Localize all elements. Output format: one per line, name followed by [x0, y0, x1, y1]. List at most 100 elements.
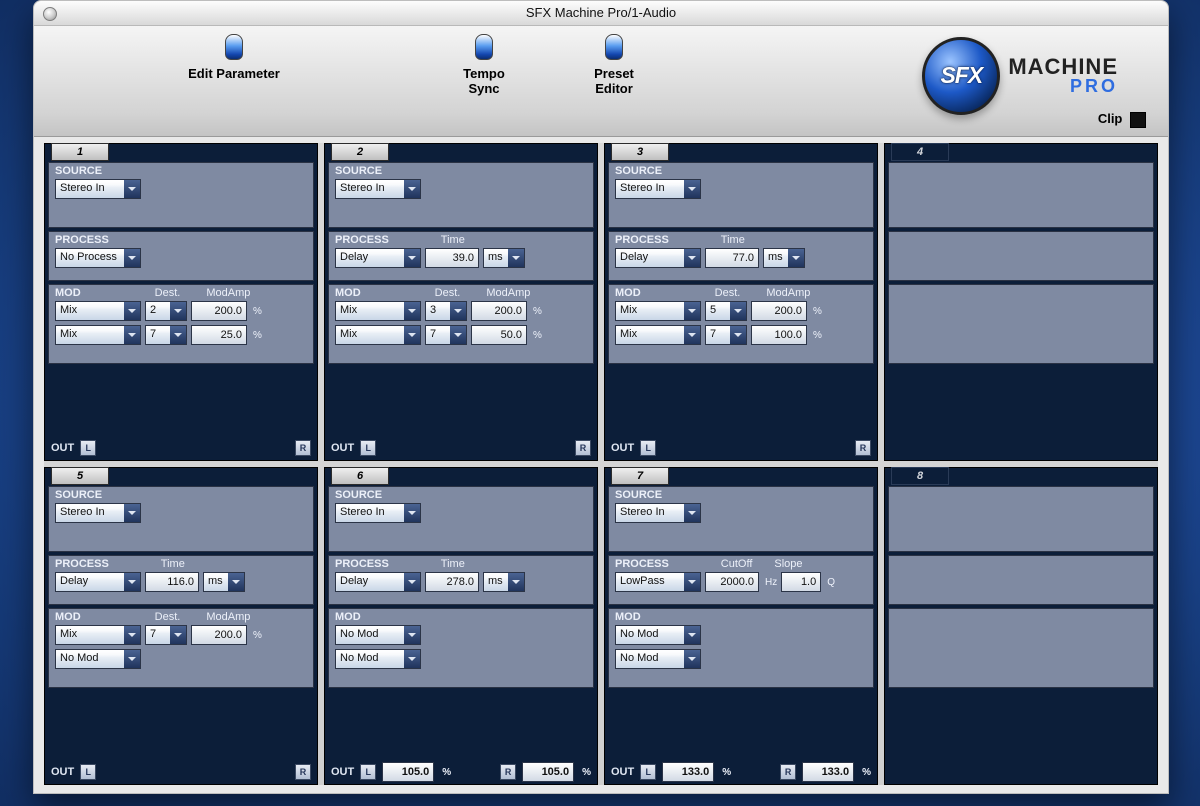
mod-section: MODNo ModNo Mod [608, 608, 874, 688]
module-8: 8 [884, 467, 1158, 785]
source-select-value: Stereo In [340, 506, 385, 518]
process-unit-select[interactable]: ms [203, 572, 245, 592]
mod-type-select-1[interactable]: No Mod [55, 649, 141, 669]
source-select[interactable]: Stereo In [55, 179, 141, 199]
process-unit-select[interactable]: ms [483, 248, 525, 268]
process-p1-field[interactable]: 39.0 [425, 248, 479, 268]
edit-parameter-label: Edit Parameter [174, 66, 294, 81]
process-unit: Hz [765, 577, 777, 588]
mod-dest-select-0-value: 5 [710, 304, 716, 316]
mod-amp-field-0[interactable]: 200.0 [471, 301, 527, 321]
mod-type-select-0[interactable]: Mix [55, 625, 141, 645]
process-type-select[interactable]: Delay [615, 248, 701, 268]
process-p1-field[interactable]: 116.0 [145, 572, 199, 592]
out-strip: OUT LR [45, 436, 317, 460]
mod-amp-field-0[interactable]: 200.0 [191, 625, 247, 645]
modamp-label: ModAmp [206, 611, 250, 623]
mod-dest-select-1[interactable]: 7 [425, 325, 467, 345]
mod-dest-select-0[interactable]: 7 [145, 625, 187, 645]
process-unit-select-value: ms [768, 251, 783, 263]
mod-amp-field-0[interactable]: 200.0 [191, 301, 247, 321]
process-unit-select[interactable]: ms [763, 248, 805, 268]
mod-amp-field-1[interactable]: 50.0 [471, 325, 527, 345]
process-p2-field[interactable]: 1.0 [781, 572, 821, 592]
process-type-select[interactable]: No Process [55, 248, 141, 268]
module-number[interactable]: 8 [891, 467, 949, 485]
process-type-select[interactable]: Delay [55, 572, 141, 592]
source-select[interactable]: Stereo In [335, 503, 421, 523]
process-p1-label: CutOff [721, 558, 753, 570]
tempo-sync-button[interactable]: Tempo Sync [444, 34, 524, 96]
mod-type-select-1-value: No Mod [60, 652, 99, 664]
logo: SFX MACHINE PRO [922, 38, 1118, 113]
out-right-toggle[interactable]: R [295, 764, 311, 780]
mod-dest-select-0[interactable]: 5 [705, 301, 747, 321]
chevron-down-icon [404, 326, 420, 344]
mod-amp-field-1[interactable]: 25.0 [191, 325, 247, 345]
chevron-down-icon [684, 326, 700, 344]
mod-dest-select-0[interactable]: 2 [145, 301, 187, 321]
mod-type-select-1[interactable]: No Mod [615, 649, 701, 669]
mod-type-select-1[interactable]: Mix [55, 325, 141, 345]
mod-amp-field-1[interactable]: 100.0 [751, 325, 807, 345]
out-right-toggle[interactable]: R [855, 440, 871, 456]
mod-type-select-1[interactable]: Mix [335, 325, 421, 345]
source-select[interactable]: Stereo In [55, 503, 141, 523]
out-left-toggle[interactable]: L [360, 764, 376, 780]
mod-type-select-0[interactable]: Mix [335, 301, 421, 321]
mod-amp-unit: % [533, 330, 542, 341]
process-type-select[interactable]: LowPass [615, 572, 701, 592]
close-button[interactable] [43, 7, 57, 21]
out-label: OUT [611, 766, 634, 778]
module-number[interactable]: 3 [611, 143, 669, 161]
module-number[interactable]: 7 [611, 467, 669, 485]
mod-type-select-0[interactable]: No Mod [335, 625, 421, 645]
mod-dest-select-1[interactable]: 7 [705, 325, 747, 345]
out-left-toggle[interactable]: L [640, 764, 656, 780]
preset-editor-button[interactable]: Preset Editor [574, 34, 654, 96]
module-number[interactable]: 4 [891, 143, 949, 161]
mod-type-select-0-value: No Mod [340, 628, 379, 640]
chevron-down-icon [684, 249, 700, 267]
titlebar: SFX Machine Pro/1-Audio [34, 1, 1168, 26]
mod-type-select-0[interactable]: Mix [55, 301, 141, 321]
module-number[interactable]: 1 [51, 143, 109, 161]
out-left-field[interactable]: 133.0 [662, 762, 714, 782]
mod-label: MOD [335, 611, 361, 623]
out-left-toggle[interactable]: L [640, 440, 656, 456]
source-select[interactable]: Stereo In [335, 179, 421, 199]
process-p1-field[interactable]: 77.0 [705, 248, 759, 268]
module-number[interactable]: 2 [331, 143, 389, 161]
process-p1-field[interactable]: 278.0 [425, 572, 479, 592]
out-right-toggle[interactable]: R [575, 440, 591, 456]
mod-dest-select-1-value: 7 [710, 328, 716, 340]
out-right-toggle[interactable]: R [780, 764, 796, 780]
out-right-toggle[interactable]: R [500, 764, 516, 780]
out-right-toggle[interactable]: R [295, 440, 311, 456]
source-select[interactable]: Stereo In [615, 179, 701, 199]
process-p1-field[interactable]: 2000.0 [705, 572, 759, 592]
mod-type-select-1[interactable]: Mix [615, 325, 701, 345]
mod-dest-select-1[interactable]: 7 [145, 325, 187, 345]
process-type-select[interactable]: Delay [335, 572, 421, 592]
process-type-select[interactable]: Delay [335, 248, 421, 268]
mod-section: MODDest.ModAmpMix2200.0%Mix725.0% [48, 284, 314, 364]
out-left-toggle[interactable]: L [80, 764, 96, 780]
source-select-value: Stereo In [620, 182, 665, 194]
out-left-toggle[interactable]: L [360, 440, 376, 456]
module-number[interactable]: 5 [51, 467, 109, 485]
mod-amp-field-0[interactable]: 200.0 [751, 301, 807, 321]
module-number[interactable]: 6 [331, 467, 389, 485]
mod-type-select-0[interactable]: Mix [615, 301, 701, 321]
mod-type-select-0[interactable]: No Mod [615, 625, 701, 645]
process-unit-select[interactable]: ms [483, 572, 525, 592]
edit-parameter-button[interactable]: Edit Parameter [174, 34, 294, 81]
out-right-field[interactable]: 133.0 [802, 762, 854, 782]
source-select[interactable]: Stereo In [615, 503, 701, 523]
out-left-field[interactable]: 105.0 [382, 762, 434, 782]
source-label: SOURCE [55, 489, 102, 501]
out-left-toggle[interactable]: L [80, 440, 96, 456]
out-right-field[interactable]: 105.0 [522, 762, 574, 782]
mod-type-select-1[interactable]: No Mod [335, 649, 421, 669]
mod-dest-select-0[interactable]: 3 [425, 301, 467, 321]
